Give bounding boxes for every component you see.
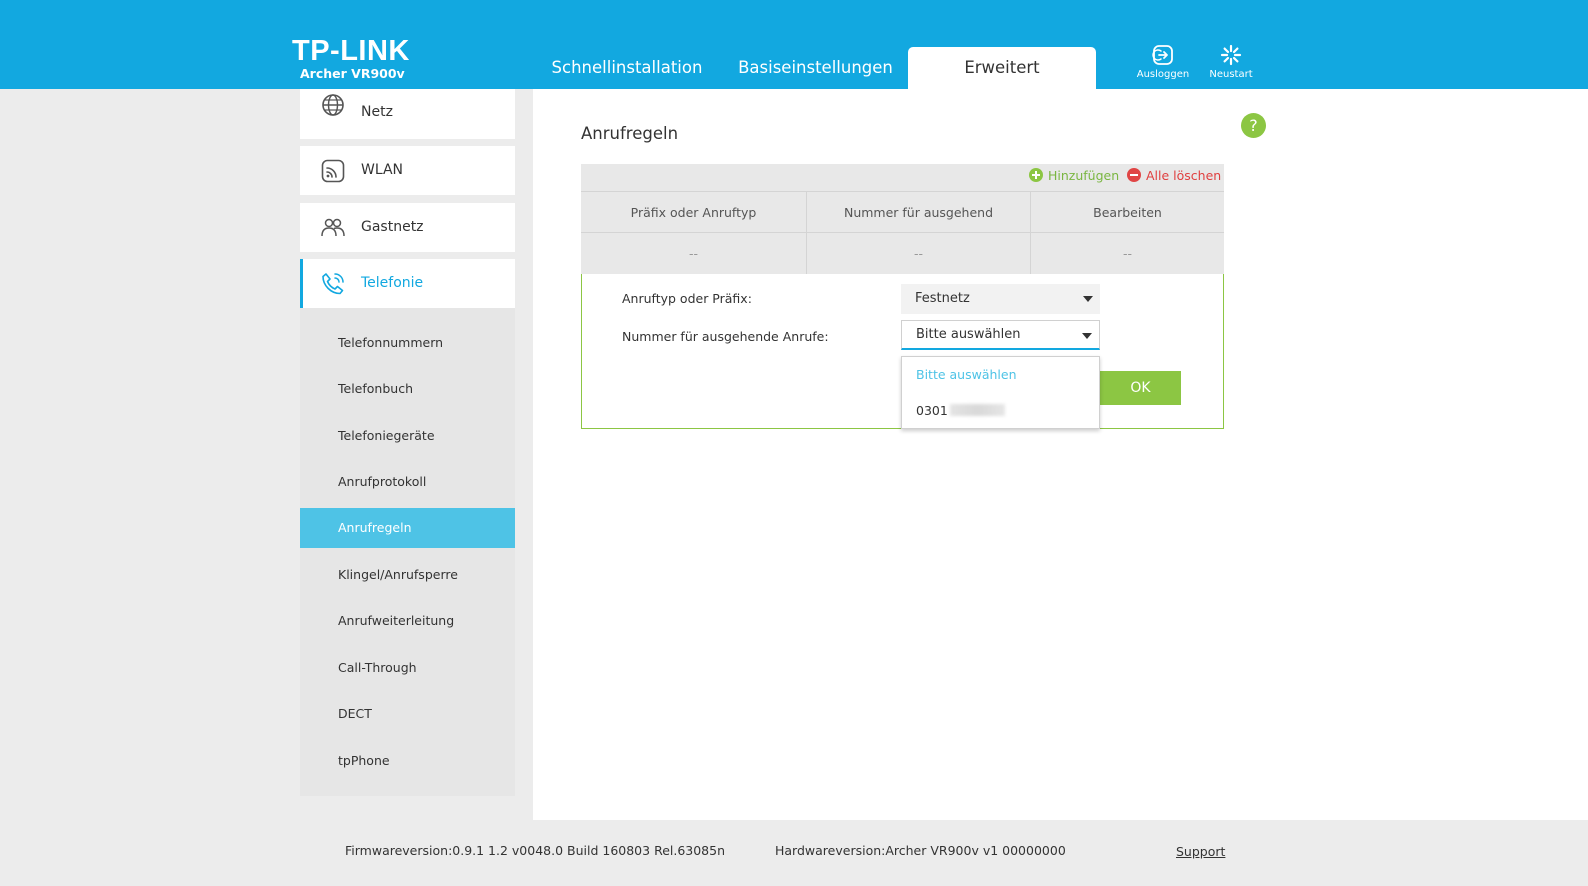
sidebar-item-wlan[interactable]: WLAN <box>300 146 515 195</box>
dropdown-option[interactable]: Bitte auswählen <box>902 357 1099 393</box>
sidebar-item-telefonie[interactable]: Telefonie <box>300 259 515 308</box>
tab-quick-setup[interactable]: Schnellinstallation <box>542 47 712 89</box>
outgoing-number-label: Nummer für ausgehende Anrufe: <box>622 329 829 344</box>
column-header-number: Nummer für ausgehend <box>806 191 1030 233</box>
submenu-item-telefonbuch[interactable]: Telefonbuch <box>300 369 515 409</box>
guest-network-icon <box>321 218 345 237</box>
plus-icon <box>1029 168 1043 182</box>
outgoing-number-value: Bitte auswählen <box>916 327 1021 342</box>
reboot-button[interactable]: Neustart <box>1199 44 1263 80</box>
dropdown-option-label: Bitte auswählen <box>916 367 1017 382</box>
support-link[interactable]: Support <box>1176 844 1225 859</box>
submenu-item-telefonnummern[interactable]: Telefonnummern <box>300 323 515 363</box>
firmware-version: Firmwareversion:0.9.1 1.2 v0048.0 Build … <box>345 843 726 858</box>
add-button[interactable]: Hinzufügen <box>1029 166 1119 186</box>
reboot-icon <box>1220 44 1242 66</box>
reboot-label: Neustart <box>1209 69 1253 80</box>
footer: Firmwareversion:0.9.1 1.2 v0048.0 Build … <box>0 820 1588 886</box>
delete-all-label: Alle löschen <box>1146 168 1222 183</box>
sidebar-item-gastnetz[interactable]: Gastnetz <box>300 203 515 252</box>
call-rules-table: Hinzufügen Alle löschen Präfix oder Anru… <box>581 164 1224 274</box>
tab-advanced[interactable]: Erweitert <box>908 47 1096 89</box>
top-header: TP-LINK Archer VR900v Schnellinstallatio… <box>0 0 1588 89</box>
submenu-item-tpphone[interactable]: tpPhone <box>300 741 515 781</box>
column-header-edit: Bearbeiten <box>1030 191 1224 233</box>
ok-button[interactable]: OK <box>1100 371 1181 405</box>
add-label: Hinzufügen <box>1048 168 1120 183</box>
submenu-item-anrufweiterleitung[interactable]: Anrufweiterleitung <box>300 601 515 641</box>
submenu-item-call-through[interactable]: Call-Through <box>300 648 515 688</box>
telefonie-submenu: Telefonnummern Telefonbuch Telefoniegerä… <box>300 308 515 796</box>
outgoing-number-dropdown: Bitte auswählen 0301 <box>901 356 1100 429</box>
call-type-select[interactable]: Festnetz <box>901 284 1100 314</box>
outgoing-number-select[interactable]: Bitte auswählen <box>901 320 1100 350</box>
logout-label: Ausloggen <box>1136 69 1190 80</box>
page-title: Anrufregeln <box>581 124 679 143</box>
chevron-down-icon <box>1083 296 1093 302</box>
submenu-item-anrufprotokoll[interactable]: Anrufprotokoll <box>300 462 515 502</box>
submenu-item-anrufregeln[interactable]: Anrufregeln <box>300 508 515 548</box>
submenu-item-telefoniegeraete[interactable]: Telefoniegeräte <box>300 416 515 456</box>
redacted-number <box>949 404 1005 416</box>
call-type-label: Anruftyp oder Präfix: <box>622 291 752 306</box>
brand-logo: TP-LINK <box>292 35 410 67</box>
sidebar-item-netz[interactable]: Netz <box>300 89 515 139</box>
globe-icon <box>322 94 344 116</box>
wifi-icon <box>321 159 345 183</box>
minus-icon <box>1127 168 1141 182</box>
call-type-value: Festnetz <box>915 291 970 306</box>
table-cell: -- <box>1030 232 1224 274</box>
hardware-version: Hardwareversion:Archer VR900v v1 0000000… <box>775 843 1066 858</box>
help-button[interactable]: ? <box>1241 113 1266 138</box>
delete-all-button[interactable]: Alle löschen <box>1127 166 1221 186</box>
dropdown-option[interactable]: 0301 <box>902 393 1099 429</box>
submenu-item-dect[interactable]: DECT <box>300 694 515 734</box>
logout-icon <box>1152 45 1173 65</box>
phone-icon <box>322 273 344 295</box>
chevron-down-icon <box>1082 333 1092 339</box>
tab-basic-settings[interactable]: Basiseinstellungen <box>728 47 903 89</box>
sidebar-item-label: Gastnetz <box>361 219 424 235</box>
table-cell: -- <box>581 232 806 274</box>
logout-button[interactable]: Ausloggen <box>1131 44 1195 80</box>
submenu-item-klingel-anrufsperre[interactable]: Klingel/Anrufsperre <box>300 555 515 595</box>
sidebar-item-label: Netz <box>361 104 393 120</box>
sidebar-item-label: WLAN <box>361 162 404 178</box>
column-header-prefix: Präfix oder Anruftyp <box>581 191 806 233</box>
sidebar-item-label: Telefonie <box>361 275 424 291</box>
model-name: Archer VR900v <box>300 66 405 81</box>
dropdown-option-label: 0301 <box>916 403 948 418</box>
table-toolbar: Hinzufügen Alle löschen <box>581 164 1224 191</box>
table-cell: -- <box>806 232 1030 274</box>
